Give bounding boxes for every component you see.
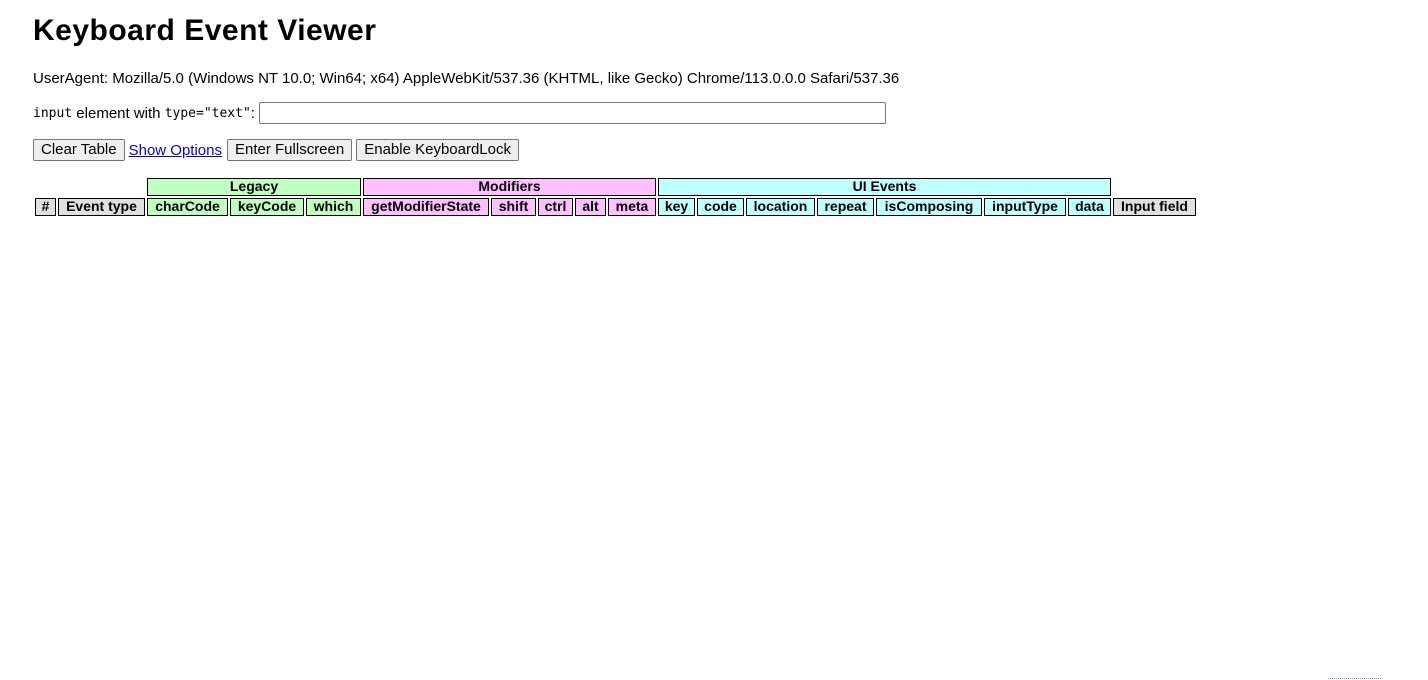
column-header-which: which <box>306 198 361 216</box>
column-header-data: data <box>1068 198 1111 216</box>
group-header-ui-events: UI Events <box>658 178 1111 196</box>
column-header-key: key <box>658 198 695 216</box>
column-header-code: code <box>697 198 744 216</box>
user-agent-text: UserAgent: Mozilla/5.0 (Windows NT 10.0;… <box>33 70 900 87</box>
column-header-input-field: Input field <box>1113 198 1196 216</box>
enable-keyboard-lock-button[interactable]: Enable KeyboardLock <box>356 139 519 161</box>
column-header-shift: shift <box>491 198 536 216</box>
input-row: input element with type="text" : <box>33 102 886 124</box>
show-options-link[interactable]: Show Options <box>129 142 222 159</box>
column-header-meta: meta <box>608 198 656 216</box>
column-header-keycode: keyCode <box>230 198 304 216</box>
column-header-event-type: Event type <box>58 198 145 216</box>
column-header-iscomposing: isComposing <box>876 198 982 216</box>
column-header-charcode: charCode <box>147 198 228 216</box>
column-header-getmodifierstate: getModifierState <box>363 198 489 216</box>
dotted-divider <box>1328 678 1381 679</box>
input-type-code-label: type="text" <box>164 105 251 121</box>
column-header-ctrl: ctrl <box>538 198 573 216</box>
column-header-inputtype: inputType <box>984 198 1066 216</box>
input-label-middle: element with <box>72 104 165 122</box>
column-header-location: location <box>746 198 815 216</box>
enter-fullscreen-button[interactable]: Enter Fullscreen <box>227 139 353 161</box>
keyboard-event-viewer-page: Keyboard Event Viewer UserAgent: Mozilla… <box>0 0 1428 680</box>
event-table: Legacy Modifiers UI Events # Event type … <box>33 178 1203 218</box>
clear-table-button[interactable]: Clear Table <box>33 139 125 161</box>
group-header-modifiers: Modifiers <box>363 178 656 196</box>
column-header-num: # <box>35 198 56 216</box>
text-input-field[interactable] <box>258 102 886 124</box>
page-title: Keyboard Event Viewer <box>33 14 377 47</box>
column-header-repeat: repeat <box>817 198 874 216</box>
button-row: Clear Table Show Options Enter Fullscree… <box>33 139 523 161</box>
input-label-colon: : <box>250 104 255 122</box>
input-code-label: input <box>33 105 73 121</box>
column-header-alt: alt <box>575 198 606 216</box>
group-header-legacy: Legacy <box>147 178 361 196</box>
